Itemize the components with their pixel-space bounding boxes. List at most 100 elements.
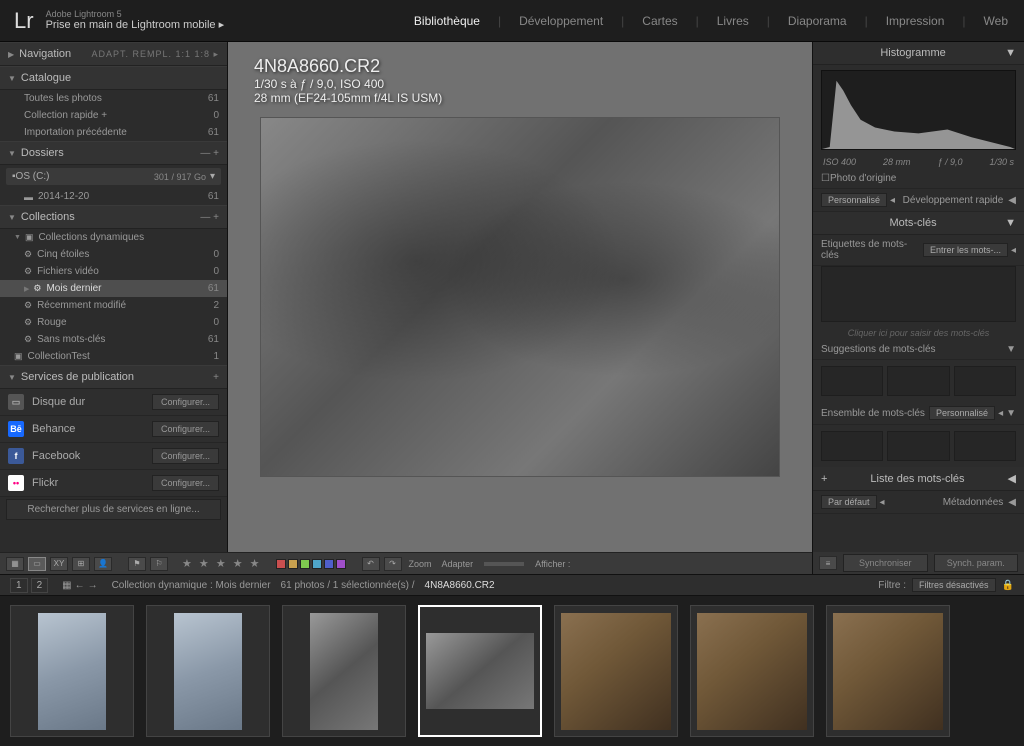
right-panel: Histogramme▼ ISO 40028 mmƒ / 9,01/30 s ☐… (812, 42, 1024, 552)
module-book[interactable]: Livres (715, 14, 751, 28)
gear-icon: ⚙ (24, 317, 32, 328)
folders-panel-header[interactable]: ▼Dossiers— + (0, 141, 227, 165)
loupe-view-icon[interactable]: ▭ (28, 557, 46, 571)
plus-icon[interactable]: + (821, 473, 827, 485)
catalogue-prev-import[interactable]: Importation précédente61 (0, 124, 227, 141)
histogram[interactable] (821, 70, 1016, 150)
compare-view-icon[interactable]: XY (50, 557, 68, 571)
filter-lock-icon[interactable]: 🔒 (1002, 580, 1014, 591)
publish-behance[interactable]: BēBehanceConfigurer... (0, 416, 227, 443)
magenta-label[interactable] (336, 559, 346, 569)
sync-button[interactable]: Synchroniser (843, 554, 928, 572)
fit-label[interactable]: Adapter (439, 559, 477, 569)
configure-button[interactable]: Configurer... (152, 421, 219, 437)
find-services-button[interactable]: Rechercher plus de services en ligne... (6, 499, 221, 520)
people-view-icon[interactable]: 👤 (94, 557, 112, 571)
left-panel: ▶NavigationADAPT. REMPL. 1:1 1:8 ▸ ▼Cata… (0, 42, 228, 552)
nav-panel-header[interactable]: ▶NavigationADAPT. REMPL. 1:1 1:8 ▸ (0, 42, 227, 66)
purple-label[interactable] (324, 559, 334, 569)
display-label: Afficher : (532, 559, 573, 569)
page-1[interactable]: 1 (10, 578, 28, 593)
publish-flickr[interactable]: ••FlickrConfigurer... (0, 470, 227, 497)
loupe-view[interactable] (228, 42, 812, 552)
original-photo-checkbox[interactable]: ☐ Photo d'origine (813, 169, 1024, 189)
keyword-input-box[interactable] (821, 266, 1016, 322)
sync-prev-icon[interactable]: ≡ (819, 556, 837, 570)
publish-harddrive[interactable]: ▭Disque durConfigurer... (0, 389, 227, 416)
arrow-right-icon[interactable]: → (88, 580, 98, 591)
collection-item[interactable]: ⚙Rouge0 (0, 314, 227, 331)
filmstrip-thumb[interactable] (146, 605, 270, 737)
sync-settings-button[interactable]: Synch. param. (934, 554, 1019, 572)
collections-panel-header[interactable]: ▼Collections— + (0, 205, 227, 229)
filmstrip-thumb[interactable] (826, 605, 950, 737)
publish-add-icon[interactable]: + (213, 372, 219, 383)
configure-button[interactable]: Configurer... (152, 475, 219, 491)
folders-add-icon[interactable]: — + (200, 148, 219, 159)
survey-view-icon[interactable]: ⊞ (72, 557, 90, 571)
green-label[interactable] (300, 559, 310, 569)
current-file-label: 4N8A8660.CR2 (425, 580, 495, 591)
module-slideshow[interactable]: Diaporama (786, 14, 849, 28)
red-label[interactable] (276, 559, 286, 569)
module-develop[interactable]: Développement (517, 14, 605, 28)
module-map[interactable]: Cartes (640, 14, 679, 28)
collection-item[interactable]: ⚙Sans mots-clés61 (0, 331, 227, 348)
color-labels (276, 559, 346, 569)
collection-item[interactable]: ⚙Cinq étoiles0 (0, 246, 227, 263)
flag-pick-icon[interactable]: ⚑ (128, 557, 146, 571)
module-print[interactable]: Impression (884, 14, 947, 28)
zoom-slider[interactable] (484, 562, 524, 566)
collection-item[interactable]: ⚙Récemment modifié2 (0, 297, 227, 314)
rotate-left-icon[interactable]: ↶ (362, 557, 380, 571)
catalogue-panel-header[interactable]: ▼Catalogue (0, 66, 227, 90)
rotate-right-icon[interactable]: ↷ (384, 557, 402, 571)
keyword-suggestions-header[interactable]: Suggestions de mots-clés▼ (813, 340, 1024, 360)
collections-dyn-group[interactable]: ▼▣Collections dynamiques (0, 229, 227, 246)
keyword-set-select[interactable]: Personnalisé (929, 406, 995, 420)
configure-button[interactable]: Configurer... (152, 448, 219, 464)
module-library[interactable]: Bibliothèque (412, 14, 482, 28)
catalogue-all-photos[interactable]: Toutes les photos61 (0, 90, 227, 107)
tutorial-link[interactable]: Prise en main de Lightroom mobile ▸ (46, 19, 225, 32)
collections-add-icon[interactable]: — + (200, 212, 219, 223)
quickdev-header[interactable]: Personnalisé◂Développement rapide◀ (813, 189, 1024, 212)
collection-test[interactable]: ▣CollectionTest1 (0, 348, 227, 365)
catalogue-quick[interactable]: Collection rapide +0 (0, 107, 227, 124)
collection-item-selected[interactable]: ▶⚙Mois dernier61 (0, 280, 227, 297)
histogram-header[interactable]: Histogramme▼ (813, 42, 1024, 65)
filmstrip-thumb[interactable] (10, 605, 134, 737)
metadata-preset-row: Par défaut◂Métadonnées◀ (813, 491, 1024, 514)
metadata-preset-select[interactable]: Par défaut (821, 495, 877, 509)
behance-icon: Bē (8, 421, 24, 437)
filter-select[interactable]: Filtres désactivés (912, 578, 996, 592)
keywords-header[interactable]: Mots-clés▼ (813, 212, 1024, 235)
configure-button[interactable]: Configurer... (152, 394, 219, 410)
collection-item[interactable]: ⚙Fichiers vidéo0 (0, 263, 227, 280)
source-breadcrumb[interactable]: Collection dynamique : Mois dernier (112, 580, 271, 591)
page-2[interactable]: 2 (31, 578, 49, 593)
filmstrip-thumb[interactable] (282, 605, 406, 737)
folder-row[interactable]: ▬2014-12-2061 (0, 188, 227, 205)
title-bar: Lr Adobe Lightroom 5 Prise en main de Li… (0, 0, 1024, 42)
grid-mode-icon[interactable]: ▦ (62, 580, 71, 591)
rating-stars[interactable]: ★ ★ ★ ★ ★ (182, 557, 262, 570)
publish-panel-header[interactable]: ▼Services de publication+ (0, 365, 227, 389)
yellow-label[interactable] (288, 559, 298, 569)
keyword-hint[interactable]: Cliquer ici pour saisir des mots-clés (813, 326, 1024, 340)
grid-view-icon[interactable]: ▦ (6, 557, 24, 571)
flag-reject-icon[interactable]: ⚐ (150, 557, 168, 571)
folder-icon: ▣ (14, 351, 23, 362)
arrow-left-icon[interactable]: ← (75, 580, 85, 591)
module-web[interactable]: Web (982, 14, 1010, 28)
keyword-tags-select[interactable]: Entrer les mots-... (923, 243, 1008, 257)
keyword-list-header[interactable]: +Liste des mots-clés◀ (813, 467, 1024, 491)
disk-volume[interactable]: ▪ OS (C:)301 / 917 Go▾ (6, 168, 221, 185)
blue-label[interactable] (312, 559, 322, 569)
filmstrip-thumb[interactable] (690, 605, 814, 737)
filmstrip-thumb[interactable] (554, 605, 678, 737)
gear-icon: ⚙ (24, 334, 32, 345)
filmstrip-thumb-selected[interactable] (418, 605, 542, 737)
main-photo[interactable] (260, 117, 780, 477)
publish-facebook[interactable]: fFacebookConfigurer... (0, 443, 227, 470)
